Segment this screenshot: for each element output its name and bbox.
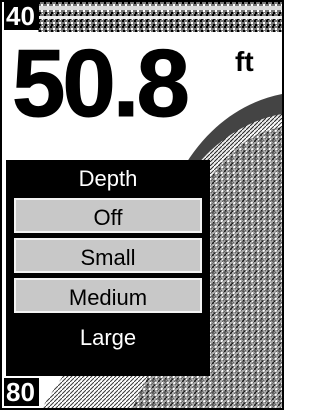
- range-bottom-label: 80: [4, 378, 39, 406]
- menu-option-off[interactable]: Off: [14, 198, 202, 233]
- depth-size-menu: Depth Off Small Medium Large: [6, 160, 210, 376]
- menu-option-small[interactable]: Small: [14, 238, 202, 273]
- menu-options: Off Small Medium Large: [14, 198, 202, 358]
- depth-readout: 50.8: [12, 30, 191, 137]
- depth-unit: ft: [235, 46, 254, 77]
- menu-option-large[interactable]: Large: [14, 318, 202, 353]
- menu-title: Depth: [78, 166, 138, 191]
- range-top-label: 40: [4, 2, 39, 30]
- sonar-screen: 40 80 50.8 ft Depth Off Small Medium Lar…: [0, 0, 284, 410]
- menu-option-medium[interactable]: Medium: [14, 278, 202, 313]
